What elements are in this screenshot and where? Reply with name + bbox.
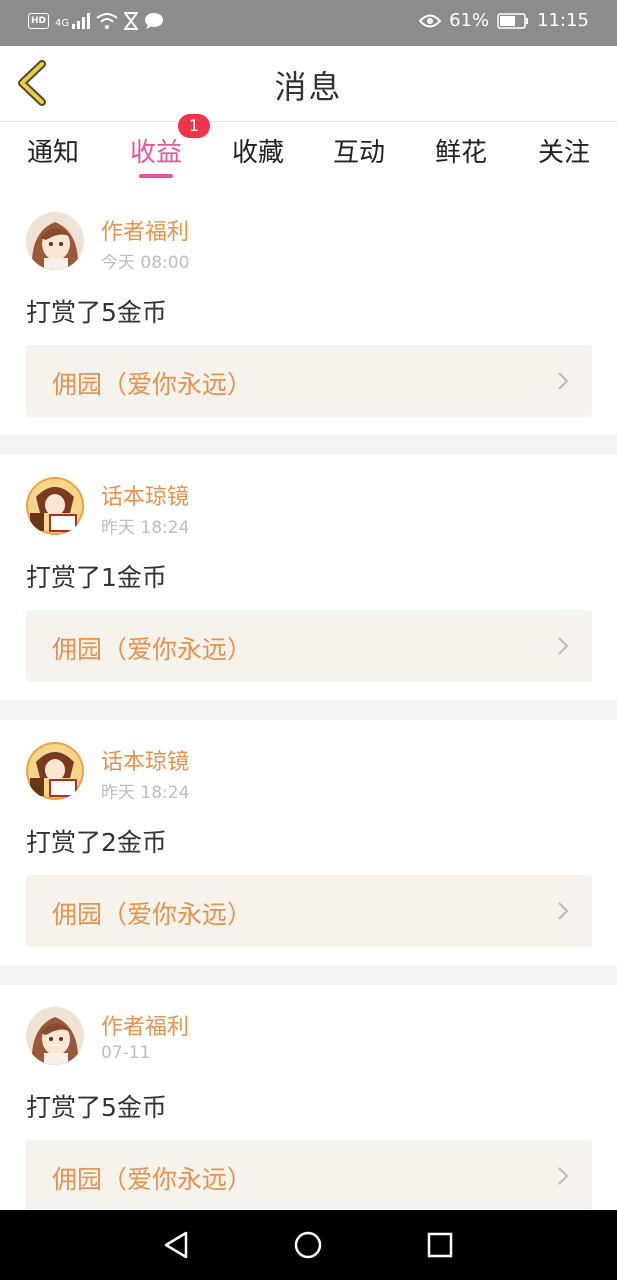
hd-icon: HD [28,13,50,29]
divider [0,965,617,985]
message-item: 作者福利 今天 08:00 打赏了5金币 佣园（爱你永远） [0,190,617,435]
sender-name: 作者福利 [101,220,190,245]
status-right: 61% 11:15 [419,10,589,31]
wifi-icon [96,13,118,29]
message-text: 打赏了5金币 [26,1093,167,1122]
chevron-right-icon [558,637,569,655]
signal-icon: 4G [55,13,91,29]
book-link-title: 佣园（爱你永远） [52,370,253,399]
message-text: 打赏了5金币 [26,298,167,327]
avatar[interactable] [26,742,84,800]
status-left: HD 4G [28,12,164,30]
back-triangle-icon[interactable] [162,1230,192,1260]
book-link[interactable]: 佣园（爱你永远） [26,1140,592,1212]
hourglass-icon [124,12,139,30]
message-item: 作者福利 07-11 打赏了5金币 佣园（爱你永远） [0,985,617,1230]
chevron-right-icon [558,1167,569,1185]
anime-girl-avatar-icon [26,212,84,270]
book-link-title: 佣园（爱你永远） [52,900,253,929]
message-time: 昨天 18:24 [101,518,190,538]
sender-name: 话本琼镜 [101,750,190,775]
book-link[interactable]: 佣园（爱你永远） [26,345,592,417]
tab-flowers[interactable]: 鲜花 [435,132,487,169]
message-time: 今天 08:00 [101,253,190,273]
sender-name: 作者福利 [101,1015,190,1040]
page-title: 消息 [274,68,343,106]
divider [0,435,617,455]
tab-follows[interactable]: 关注 [538,132,590,169]
battery-percent: 61% [449,10,490,31]
message-list: 作者福利 今天 08:00 打赏了5金币 佣园（爱你永远） 话本琼镜 昨天 18… [0,190,617,1230]
home-circle-icon[interactable] [293,1230,323,1260]
active-tab-indicator [139,174,173,178]
manga-avatar-icon [26,477,84,535]
book-link[interactable]: 佣园（爱你永远） [26,610,592,682]
message-item: 话本琼镜 昨天 18:24 打赏了1金币 佣园（爱你永远） [0,455,617,700]
status-bar: HD 4G 61% 11:15 [0,0,617,46]
avatar[interactable] [26,477,84,535]
divider [0,700,617,720]
chevron-right-icon [558,372,569,390]
recents-square-icon[interactable] [425,1230,455,1260]
anime-girl-avatar-icon [26,1007,84,1065]
message-item: 话本琼镜 昨天 18:24 打赏了2金币 佣园（爱你永远） [0,720,617,965]
system-nav-bar [0,1210,617,1280]
signal-label: 4G [55,18,70,29]
clock: 11:15 [537,10,589,31]
avatar[interactable] [26,1007,84,1065]
eye-icon [419,14,442,27]
tab-notifications[interactable]: 通知 [27,132,79,169]
tab-favorites[interactable]: 收藏 [232,132,284,169]
manga-avatar-icon [26,742,84,800]
tab-interactions[interactable]: 互动 [333,132,385,169]
message-time: 昨天 18:24 [101,783,190,803]
tab-earnings[interactable]: 收益 [130,132,182,169]
book-link[interactable]: 佣园（爱你永远） [26,875,592,947]
message-time: 07-11 [101,1043,151,1063]
book-link-title: 佣园（爱你永远） [52,635,253,664]
tab-earnings-badge: 1 [178,114,210,138]
message-text: 打赏了2金币 [26,828,167,857]
sender-name: 话本琼镜 [101,485,190,510]
avatar[interactable] [26,212,84,270]
chat-bubble-icon [145,13,164,29]
header: 消息 [0,46,617,122]
message-text: 打赏了1金币 [26,563,167,592]
battery-icon [497,12,529,29]
tab-bar: 通知 收益 1 收藏 互动 鲜花 关注 [0,114,617,182]
chevron-right-icon [558,902,569,920]
book-link-title: 佣园（爱你永远） [52,1165,253,1194]
tab-earnings-label: 收益 [129,138,183,168]
